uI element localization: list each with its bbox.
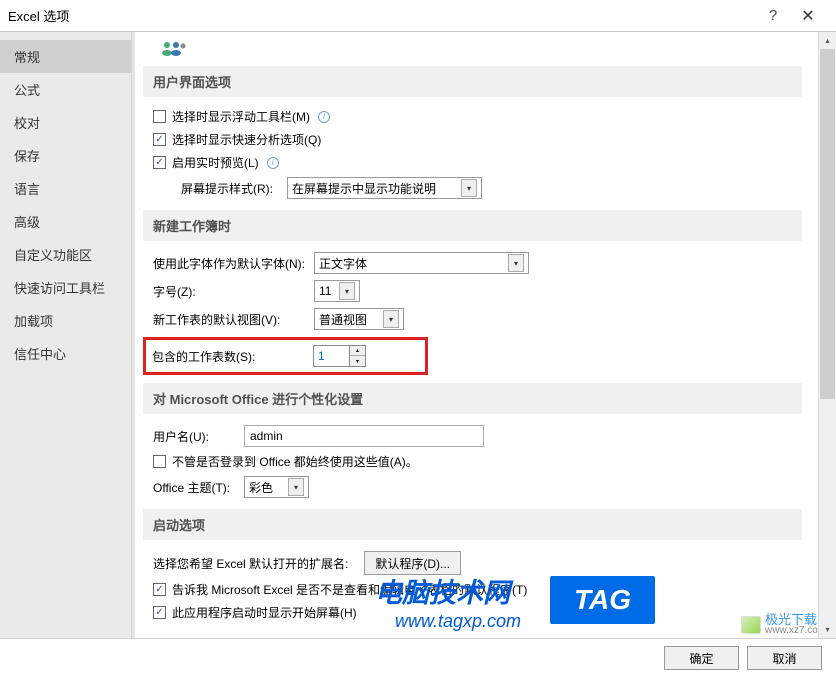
- label-default-view: 新工作表的默认视图(V):: [153, 311, 308, 328]
- window-title: Excel 选项: [8, 6, 758, 25]
- highlight-box: 包含的工作表数(S): 1 ▴ ▾: [143, 337, 428, 375]
- scrollbar[interactable]: ▴ ▾: [818, 32, 836, 638]
- size-value: 11: [319, 284, 335, 298]
- help-button[interactable]: ?: [758, 7, 788, 24]
- sidebar-item-customize-ribbon[interactable]: 自定义功能区: [0, 238, 131, 271]
- select-office-theme[interactable]: 彩色 ▾: [244, 476, 309, 498]
- section-startup: 启动选项: [143, 509, 802, 540]
- sidebar-item-advanced[interactable]: 高级: [0, 205, 131, 238]
- checkbox-live-preview[interactable]: [153, 156, 166, 169]
- label-live-preview: 启用实时预览(L): [172, 154, 259, 171]
- sidebar-item-proofing[interactable]: 校对: [0, 106, 131, 139]
- checkbox-tell-me[interactable]: [153, 583, 166, 596]
- label-mini-toolbar: 选择时显示浮动工具栏(M): [172, 108, 310, 125]
- sidebar: 常规 公式 校对 保存 语言 高级 自定义功能区 快速访问工具栏 加载项 信任中…: [0, 32, 132, 638]
- info-icon[interactable]: [318, 111, 330, 123]
- screentip-value: 在屏幕提示中显示功能说明: [292, 180, 457, 197]
- content-panel: 用户界面选项 选择时显示浮动工具栏(M) 选择时显示快速分析选项(Q) 启用实时…: [135, 32, 836, 638]
- ok-button[interactable]: 确定: [664, 646, 739, 670]
- button-bar: 确定 取消: [0, 639, 836, 677]
- theme-value: 彩色: [249, 479, 284, 496]
- checkbox-always-use[interactable]: [153, 455, 166, 468]
- sidebar-item-language[interactable]: 语言: [0, 172, 131, 205]
- spinner-sheet-count[interactable]: 1 ▴ ▾: [313, 345, 366, 367]
- sidebar-item-quick-access[interactable]: 快速访问工具栏: [0, 271, 131, 304]
- scroll-up-icon[interactable]: ▴: [819, 32, 836, 49]
- label-sheet-count: 包含的工作表数(S):: [152, 348, 307, 365]
- title-bar: Excel 选项 ? ✕: [0, 0, 836, 32]
- spinner-down[interactable]: ▾: [350, 356, 365, 366]
- label-start-screen: 此应用程序启动时显示开始屏幕(H): [172, 604, 357, 621]
- cancel-button[interactable]: 取消: [747, 646, 822, 670]
- chevron-down-icon: ▾: [508, 254, 524, 272]
- scroll-down-icon[interactable]: ▾: [819, 621, 836, 638]
- label-extensions: 选择您希望 Excel 默认打开的扩展名:: [153, 555, 348, 572]
- info-icon[interactable]: [267, 157, 279, 169]
- label-screentip: 屏幕提示样式(R):: [181, 180, 273, 197]
- label-always-use: 不管是否登录到 Office 都始终使用这些值(A)。: [172, 453, 418, 470]
- checkbox-start-screen[interactable]: [153, 606, 166, 619]
- label-tell-me: 告诉我 Microsoft Excel 是否不是查看和编辑电子表格的默认程序(T…: [172, 581, 527, 598]
- sidebar-item-addins[interactable]: 加载项: [0, 304, 131, 337]
- label-font-size: 字号(Z):: [153, 283, 308, 300]
- chevron-down-icon: ▾: [461, 179, 477, 197]
- select-default-font[interactable]: 正文字体 ▾: [314, 252, 529, 274]
- section-ui-options: 用户界面选项: [143, 66, 802, 97]
- label-quick-analysis: 选择时显示快速分析选项(Q): [172, 131, 321, 148]
- chevron-down-icon: ▾: [383, 310, 399, 328]
- section-personalize: 对 Microsoft Office 进行个性化设置: [143, 383, 802, 414]
- label-default-font: 使用此字体作为默认字体(N):: [153, 255, 308, 272]
- sidebar-item-trust-center[interactable]: 信任中心: [0, 337, 131, 370]
- select-screentip-style[interactable]: 在屏幕提示中显示功能说明 ▾: [287, 177, 482, 199]
- input-username[interactable]: admin: [244, 425, 484, 447]
- select-default-view[interactable]: 普通视图 ▾: [314, 308, 404, 330]
- button-default-programs[interactable]: 默认程序(D)...: [364, 551, 461, 575]
- sheet-count-value[interactable]: 1: [314, 346, 349, 366]
- sidebar-item-general[interactable]: 常规: [0, 40, 131, 73]
- close-button[interactable]: ✕: [788, 6, 828, 26]
- chevron-down-icon: ▾: [288, 478, 304, 496]
- select-font-size[interactable]: 11 ▾: [314, 280, 360, 302]
- people-icon: [161, 40, 187, 56]
- section-new-workbook: 新建工作簿时: [143, 210, 802, 241]
- username-value: admin: [250, 429, 283, 443]
- main-area: 常规 公式 校对 保存 语言 高级 自定义功能区 快速访问工具栏 加载项 信任中…: [0, 32, 836, 639]
- font-value: 正文字体: [319, 255, 504, 272]
- checkbox-mini-toolbar[interactable]: [153, 110, 166, 123]
- view-value: 普通视图: [319, 311, 379, 328]
- label-username: 用户名(U):: [153, 428, 238, 445]
- sidebar-item-save[interactable]: 保存: [0, 139, 131, 172]
- chevron-down-icon: ▾: [339, 282, 355, 300]
- spinner-up[interactable]: ▴: [350, 346, 365, 356]
- scroll-thumb[interactable]: [820, 49, 835, 399]
- label-theme: Office 主题(T):: [153, 479, 238, 496]
- sidebar-item-formulas[interactable]: 公式: [0, 73, 131, 106]
- checkbox-quick-analysis[interactable]: [153, 133, 166, 146]
